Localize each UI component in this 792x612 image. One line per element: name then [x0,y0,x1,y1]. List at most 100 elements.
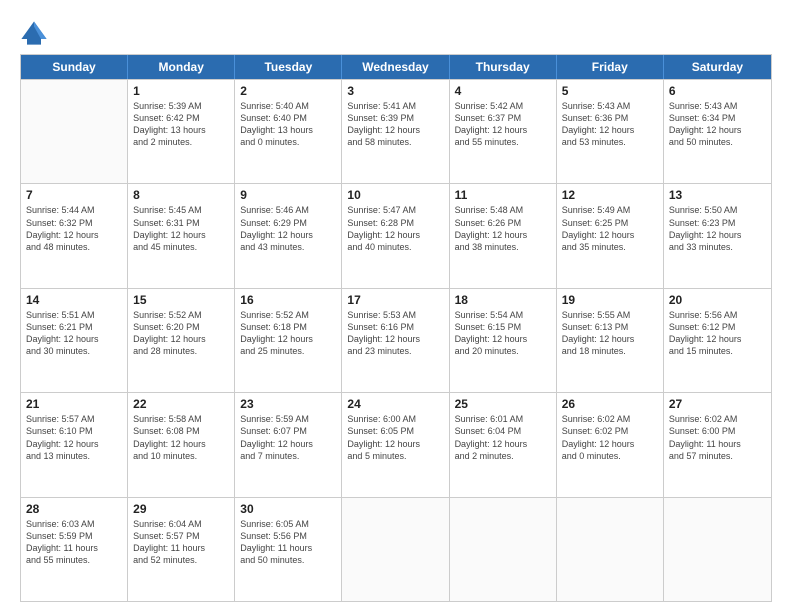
cell-info: Sunrise: 5:47 AM Sunset: 6:28 PM Dayligh… [347,204,443,253]
cell-info: Sunrise: 6:00 AM Sunset: 6:05 PM Dayligh… [347,413,443,462]
day-number: 16 [240,293,336,307]
cal-cell-15: 15 Sunrise: 5:52 AM Sunset: 6:20 PM Dayli… [128,289,235,392]
header-day-saturday: Saturday [664,55,771,79]
cal-cell-28: 28Sunrise: 6:03 AM Sunset: 5:59 PM Dayli… [21,498,128,601]
cal-cell-18: 18 Sunrise: 5:54 AM Sunset: 6:15 PM Dayli… [450,289,557,392]
cell-info: Sunrise: 5:46 AM Sunset: 6:29 PM Dayligh… [240,204,336,253]
week-row-2: 14 Sunrise: 5:51 AM Sunset: 6:21 PM Dayli… [21,288,771,392]
cal-cell-23: 23Sunrise: 5:59 AM Sunset: 6:07 PM Dayli… [235,393,342,496]
week-row-1: 7 Sunrise: 5:44 AM Sunset: 6:32 PM Daylig… [21,183,771,287]
cell-info: Sunrise: 6:04 AM Sunset: 5:57 PM Dayligh… [133,518,229,567]
week-row-0: 1Sunrise: 5:39 AM Sunset: 6:42 PM Daylig… [21,79,771,183]
cell-info: Sunrise: 5:43 AM Sunset: 6:34 PM Dayligh… [669,100,766,149]
page: SundayMondayTuesdayWednesdayThursdayFrid… [0,0,792,612]
day-number: 19 [562,293,658,307]
cal-cell-1: 1Sunrise: 5:39 AM Sunset: 6:42 PM Daylig… [128,80,235,183]
cal-cell-12: 12 Sunrise: 5:49 AM Sunset: 6:25 PM Dayli… [557,184,664,287]
cal-cell-21: 21 Sunrise: 5:57 AM Sunset: 6:10 PM Dayli… [21,393,128,496]
cell-info: Sunrise: 5:55 AM Sunset: 6:13 PM Dayligh… [562,309,658,358]
day-number: 12 [562,188,658,202]
day-number: 29 [133,502,229,516]
cal-cell-9: 9Sunrise: 5:46 AM Sunset: 6:29 PM Daylig… [235,184,342,287]
day-number: 6 [669,84,766,98]
cell-info: Sunrise: 5:58 AM Sunset: 6:08 PM Dayligh… [133,413,229,462]
header-day-monday: Monday [128,55,235,79]
cell-info: Sunrise: 6:02 AM Sunset: 6:02 PM Dayligh… [562,413,658,462]
cal-cell-empty-4-3 [342,498,449,601]
logo-icon [20,18,48,46]
cal-cell-29: 29 Sunrise: 6:04 AM Sunset: 5:57 PM Dayli… [128,498,235,601]
cell-info: Sunrise: 5:59 AM Sunset: 6:07 PM Dayligh… [240,413,336,462]
day-number: 25 [455,397,551,411]
header-day-friday: Friday [557,55,664,79]
day-number: 17 [347,293,443,307]
cell-info: Sunrise: 5:56 AM Sunset: 6:12 PM Dayligh… [669,309,766,358]
cal-cell-empty-4-5 [557,498,664,601]
cal-cell-10: 10 Sunrise: 5:47 AM Sunset: 6:28 PM Dayli… [342,184,449,287]
cal-cell-20: 20 Sunrise: 5:56 AM Sunset: 6:12 PM Dayli… [664,289,771,392]
header-day-thursday: Thursday [450,55,557,79]
cell-info: Sunrise: 5:52 AM Sunset: 6:18 PM Dayligh… [240,309,336,358]
top-section [20,18,772,46]
header-day-tuesday: Tuesday [235,55,342,79]
cal-cell-empty-4-6 [664,498,771,601]
cell-info: Sunrise: 5:54 AM Sunset: 6:15 PM Dayligh… [455,309,551,358]
week-row-3: 21 Sunrise: 5:57 AM Sunset: 6:10 PM Dayli… [21,392,771,496]
day-number: 7 [26,188,122,202]
header-day-sunday: Sunday [21,55,128,79]
day-number: 14 [26,293,122,307]
cal-cell-14: 14 Sunrise: 5:51 AM Sunset: 6:21 PM Dayli… [21,289,128,392]
cal-cell-4: 4Sunrise: 5:42 AM Sunset: 6:37 PM Daylig… [450,80,557,183]
cal-cell-2: 2 Sunrise: 5:40 AM Sunset: 6:40 PM Daylig… [235,80,342,183]
day-number: 18 [455,293,551,307]
day-number: 30 [240,502,336,516]
cal-cell-30: 30 Sunrise: 6:05 AM Sunset: 5:56 PM Dayli… [235,498,342,601]
day-number: 2 [240,84,336,98]
cell-info: Sunrise: 5:48 AM Sunset: 6:26 PM Dayligh… [455,204,551,253]
cell-info: Sunrise: 5:52 AM Sunset: 6:20 PM Dayligh… [133,309,229,358]
calendar: SundayMondayTuesdayWednesdayThursdayFrid… [20,54,772,602]
day-number: 11 [455,188,551,202]
day-number: 28 [26,502,122,516]
cell-info: Sunrise: 5:50 AM Sunset: 6:23 PM Dayligh… [669,204,766,253]
day-number: 4 [455,84,551,98]
cal-cell-empty-0-0 [21,80,128,183]
cal-cell-19: 19 Sunrise: 5:55 AM Sunset: 6:13 PM Dayli… [557,289,664,392]
cal-cell-16: 16 Sunrise: 5:52 AM Sunset: 6:18 PM Dayli… [235,289,342,392]
day-number: 15 [133,293,229,307]
calendar-body: 1Sunrise: 5:39 AM Sunset: 6:42 PM Daylig… [21,79,771,601]
week-row-4: 28Sunrise: 6:03 AM Sunset: 5:59 PM Dayli… [21,497,771,601]
day-number: 8 [133,188,229,202]
cell-info: Sunrise: 5:49 AM Sunset: 6:25 PM Dayligh… [562,204,658,253]
cell-info: Sunrise: 6:05 AM Sunset: 5:56 PM Dayligh… [240,518,336,567]
cal-cell-22: 22 Sunrise: 5:58 AM Sunset: 6:08 PM Dayli… [128,393,235,496]
day-number: 13 [669,188,766,202]
day-number: 27 [669,397,766,411]
cell-info: Sunrise: 5:53 AM Sunset: 6:16 PM Dayligh… [347,309,443,358]
header-day-wednesday: Wednesday [342,55,449,79]
cell-info: Sunrise: 5:43 AM Sunset: 6:36 PM Dayligh… [562,100,658,149]
cal-cell-11: 11 Sunrise: 5:48 AM Sunset: 6:26 PM Dayli… [450,184,557,287]
day-number: 22 [133,397,229,411]
day-number: 5 [562,84,658,98]
cal-cell-3: 3Sunrise: 5:41 AM Sunset: 6:39 PM Daylig… [342,80,449,183]
day-number: 21 [26,397,122,411]
day-number: 20 [669,293,766,307]
day-number: 24 [347,397,443,411]
cal-cell-24: 24 Sunrise: 6:00 AM Sunset: 6:05 PM Dayli… [342,393,449,496]
day-number: 10 [347,188,443,202]
cell-info: Sunrise: 5:44 AM Sunset: 6:32 PM Dayligh… [26,204,122,253]
cell-info: Sunrise: 6:01 AM Sunset: 6:04 PM Dayligh… [455,413,551,462]
cell-info: Sunrise: 5:57 AM Sunset: 6:10 PM Dayligh… [26,413,122,462]
cal-cell-13: 13 Sunrise: 5:50 AM Sunset: 6:23 PM Dayli… [664,184,771,287]
day-number: 26 [562,397,658,411]
cal-cell-26: 26 Sunrise: 6:02 AM Sunset: 6:02 PM Dayli… [557,393,664,496]
calendar-header: SundayMondayTuesdayWednesdayThursdayFrid… [21,55,771,79]
cell-info: Sunrise: 5:51 AM Sunset: 6:21 PM Dayligh… [26,309,122,358]
cal-cell-8: 8Sunrise: 5:45 AM Sunset: 6:31 PM Daylig… [128,184,235,287]
cal-cell-17: 17 Sunrise: 5:53 AM Sunset: 6:16 PM Dayli… [342,289,449,392]
cell-info: Sunrise: 5:40 AM Sunset: 6:40 PM Dayligh… [240,100,336,149]
day-number: 1 [133,84,229,98]
logo [20,18,52,46]
cal-cell-27: 27Sunrise: 6:02 AM Sunset: 6:00 PM Dayli… [664,393,771,496]
